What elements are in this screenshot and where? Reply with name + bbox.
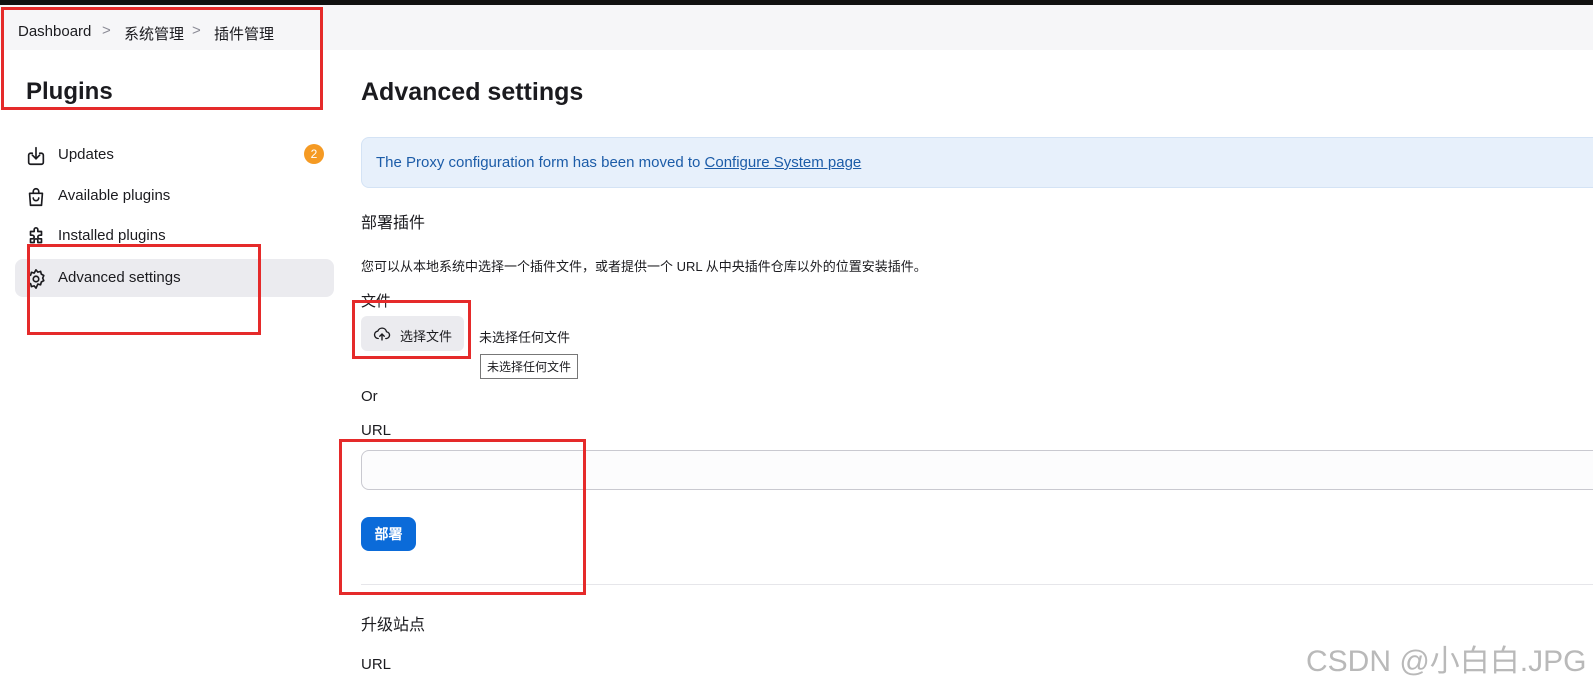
url-label: URL <box>361 422 392 439</box>
annotation-box-deploy <box>339 439 586 595</box>
file-tooltip: 未选择任何文件 <box>480 354 579 379</box>
download-icon <box>27 146 45 166</box>
annotation-box-breadcrumb <box>1 7 323 110</box>
update-site-url-label: URL <box>361 656 392 673</box>
sidebar-item-label: Available plugins <box>58 187 171 204</box>
deploy-plugin-help: 您可以从本地系统中选择一个插件文件，或者提供一个 URL 从中央插件仓库以外的位… <box>361 259 927 274</box>
sidebar-item-label: Installed plugins <box>58 227 166 244</box>
shopping-bag-icon <box>28 187 44 207</box>
watermark: CSDN @小白白.JPG <box>1306 645 1587 678</box>
annotation-box-advanced-settings <box>27 244 261 335</box>
update-site-heading: 升级站点 <box>361 617 426 634</box>
page-title: Advanced settings <box>361 78 584 106</box>
sidebar-item-updates[interactable]: Updates 2 <box>15 136 334 174</box>
proxy-moved-notice: The Proxy configuration form has been mo… <box>361 137 1593 188</box>
file-status-text: 未选择任何文件 <box>479 330 571 345</box>
notice-message: The Proxy configuration form has been mo… <box>376 154 705 171</box>
sidebar-item-available-plugins[interactable]: Available plugins <box>15 177 334 215</box>
updates-count-badge: 2 <box>304 144 324 164</box>
configure-system-link[interactable]: Configure System page <box>705 154 862 171</box>
sidebar-item-label: Updates <box>58 146 114 163</box>
annotation-box-choose-file <box>352 300 471 359</box>
notice-text: The Proxy configuration form has been mo… <box>376 154 861 171</box>
or-label: Or <box>361 388 378 405</box>
deploy-plugin-heading: 部署插件 <box>361 215 426 232</box>
